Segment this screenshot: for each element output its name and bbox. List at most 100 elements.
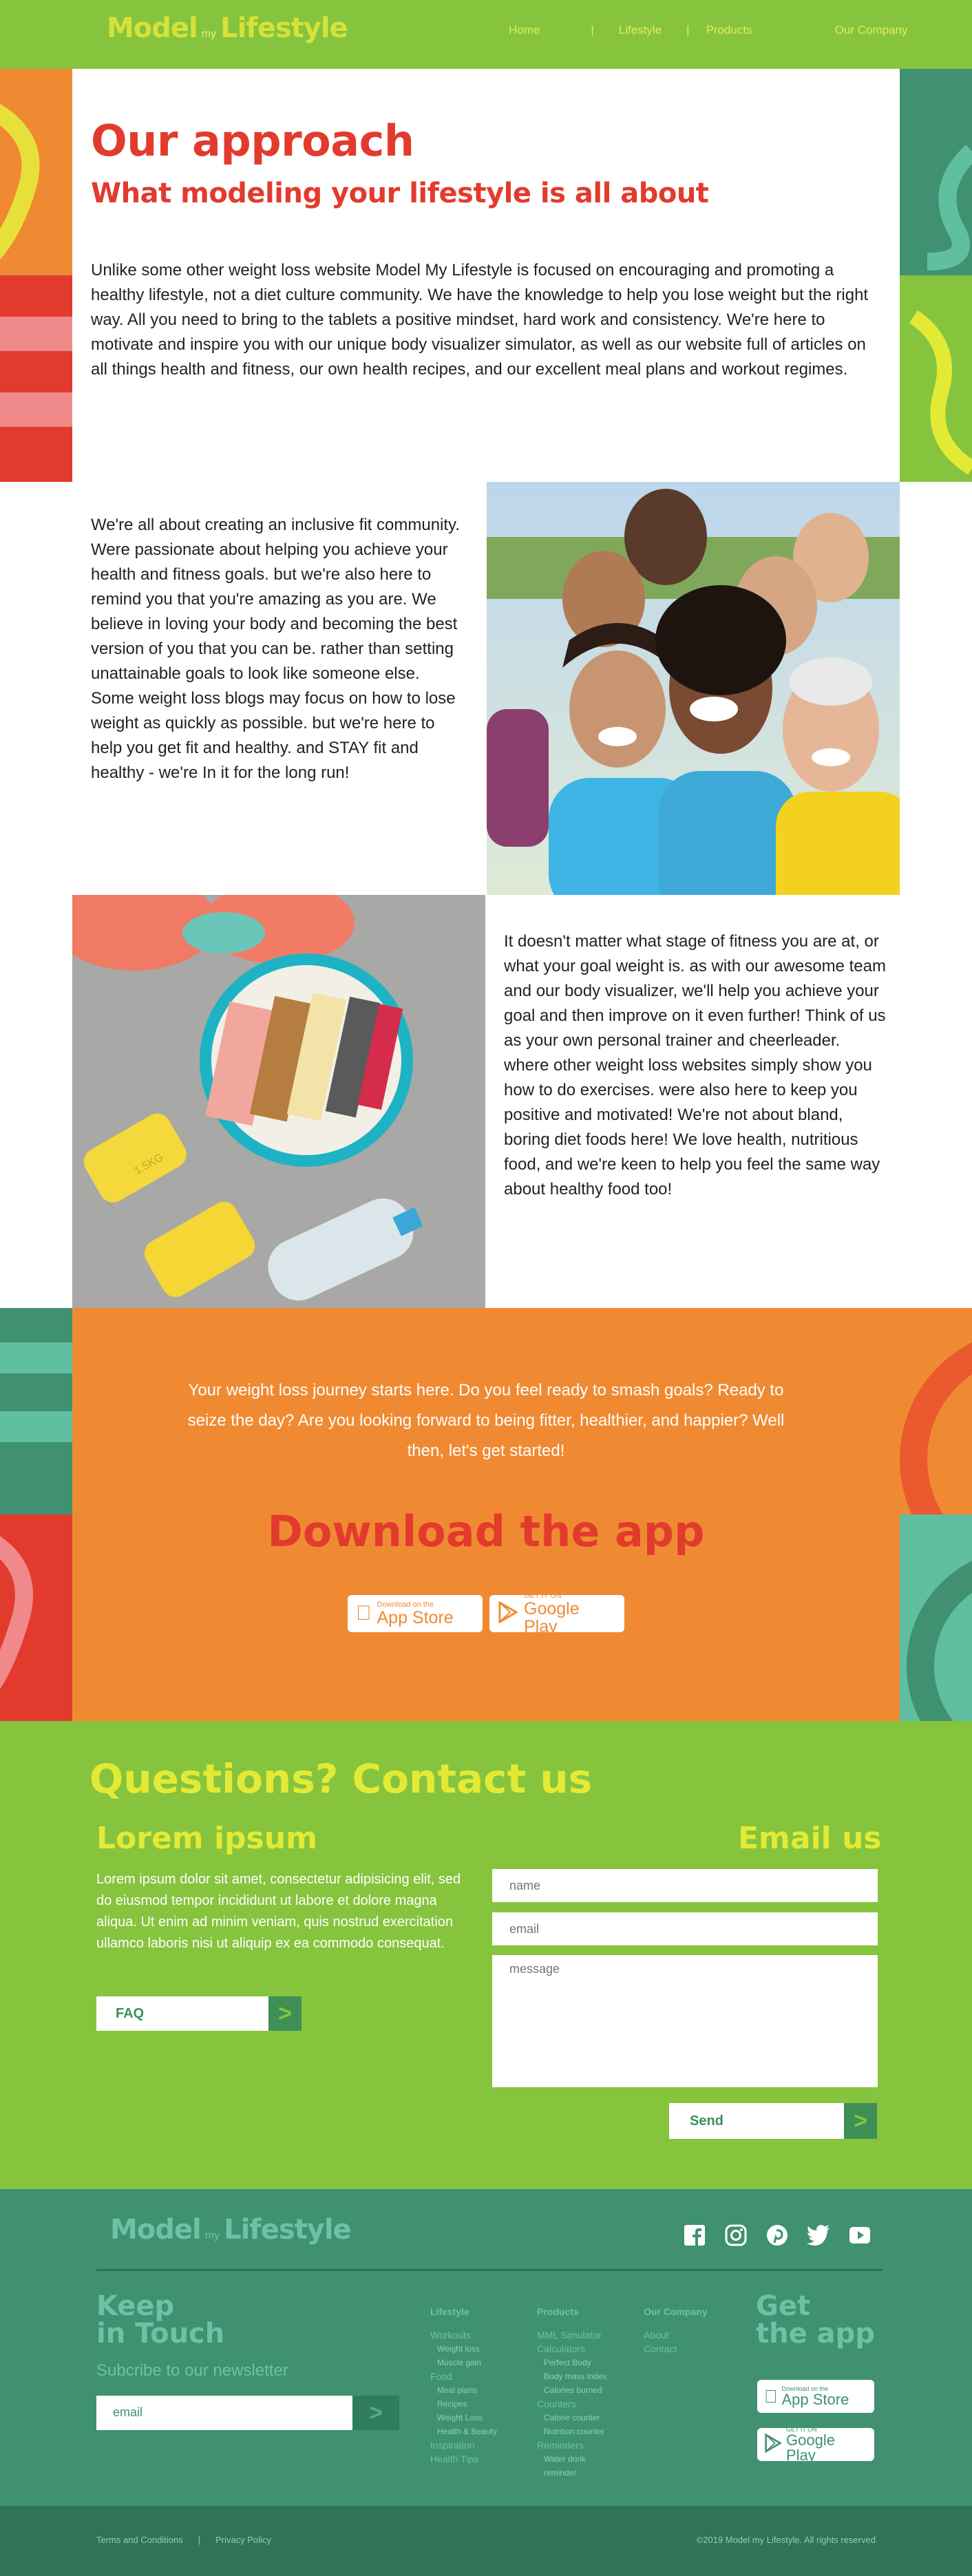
- footer-sublink[interactable]: Perfect Body: [537, 2356, 613, 2369]
- footer-link[interactable]: Inspiration: [430, 2438, 497, 2452]
- decorative-left-panel: [0, 69, 72, 482]
- arrow-right-icon: >: [268, 1996, 302, 2031]
- footer-col-heading: Lifestyle: [430, 2306, 469, 2317]
- nav-separator: |: [686, 23, 690, 36]
- footer-app-store-button[interactable]:  Download on the App Store: [756, 2378, 876, 2414]
- apple-icon: : [356, 1603, 372, 1624]
- approach-body: Unlike some other weight loss website Mo…: [91, 261, 869, 379]
- youtube-icon[interactable]: [847, 2222, 873, 2248]
- privacy-link[interactable]: Privacy Policy: [215, 2535, 271, 2545]
- decorative-shapes: [900, 145, 972, 482]
- email-us-title: Email us: [738, 1821, 882, 1856]
- decorative-shapes: [0, 103, 72, 482]
- twitter-icon[interactable]: [805, 2222, 832, 2248]
- send-button[interactable]: Send >: [669, 2103, 877, 2139]
- footer-sublink[interactable]: Calories burned: [537, 2383, 613, 2397]
- footer-google-play-button[interactable]: GET IT ON Google Play: [756, 2426, 876, 2464]
- apple-icon: : [764, 2387, 778, 2405]
- site-logo[interactable]: Model my Lifestyle: [107, 12, 348, 51]
- logo-word-lifestyle: Lifestyle: [224, 2214, 352, 2246]
- instagram-icon[interactable]: [723, 2222, 749, 2248]
- approach-section: Our approach What modeling your lifestyl…: [72, 69, 900, 482]
- footer-sublink[interactable]: Recipes: [430, 2397, 497, 2411]
- footer-bottom-bar: Terms and Conditions | Privacy Policy ©2…: [0, 2506, 972, 2576]
- newsletter-form: email >: [96, 2396, 399, 2430]
- footer-col-heading: Products: [537, 2306, 579, 2317]
- legal-separator: |: [198, 2535, 201, 2545]
- nav-lifestyle[interactable]: Lifestyle: [616, 23, 664, 37]
- footer-link[interactable]: MML Simulator: [537, 2328, 613, 2342]
- footer-col-company: Our Company About Contact: [644, 2305, 708, 2356]
- inclusive-section: We're all about creating an inclusive fi…: [72, 482, 900, 895]
- footer-link[interactable]: About: [644, 2328, 708, 2342]
- download-title: Download the app: [267, 1506, 705, 1556]
- footer-link[interactable]: Food: [430, 2369, 497, 2383]
- footer-sublink[interactable]: Health & Beauty: [430, 2425, 497, 2438]
- keep-in-touch-title: Keep in Touch: [96, 2292, 224, 2347]
- footer-link[interactable]: Health Tips: [430, 2452, 497, 2466]
- google-play-icon: [764, 2433, 782, 2456]
- legal-links: Terms and Conditions | Privacy Policy: [96, 2535, 271, 2545]
- footer-link[interactable]: Workouts: [430, 2328, 497, 2342]
- contact-title: Questions? Contact us: [89, 1755, 593, 1802]
- pinterest-icon[interactable]: [764, 2222, 790, 2248]
- footer-col-lifestyle: Lifestyle Workouts Weight loss Muscle ga…: [430, 2305, 497, 2466]
- footer-sublink[interactable]: Water drink reminder: [537, 2452, 613, 2480]
- name-field[interactable]: [492, 1869, 878, 1902]
- app-store-button[interactable]:  Download on the App Store: [346, 1594, 484, 1634]
- footer-link[interactable]: Contact: [644, 2342, 708, 2356]
- keep-line-1: Keep: [96, 2290, 175, 2322]
- lorem-title: Lorem ipsum: [96, 1821, 317, 1856]
- message-field[interactable]: [492, 1955, 878, 2087]
- footer-sublink[interactable]: Nutrition counter: [537, 2425, 613, 2438]
- footer-divider: [96, 2269, 883, 2271]
- app-store-label: App Store: [768, 2391, 849, 2408]
- google-play-label: Google Play: [786, 2431, 835, 2464]
- logo-word-model: Model: [110, 2214, 202, 2246]
- nav-our-company[interactable]: Our Company: [832, 23, 911, 37]
- footer-sublink[interactable]: Body mass index: [537, 2369, 613, 2383]
- faq-button[interactable]: FAQ >: [96, 1996, 302, 2031]
- approach-subtitle: What modeling your lifestyle is all abou…: [91, 178, 709, 209]
- group-photo-illustration: [487, 482, 900, 895]
- send-label: Send: [690, 2113, 723, 2129]
- footer-link[interactable]: Reminders: [537, 2438, 613, 2452]
- arrow-right-icon[interactable]: >: [352, 2396, 399, 2430]
- getapp-line-2: the app: [756, 2318, 875, 2350]
- getapp-line-1: Get: [756, 2290, 811, 2322]
- email-field[interactable]: [492, 1912, 878, 1945]
- footer-sublink[interactable]: Calorie counter: [537, 2411, 613, 2425]
- nav-products[interactable]: Products: [704, 23, 755, 37]
- social-links: [682, 2222, 873, 2248]
- newsletter-email-input[interactable]: email: [96, 2396, 352, 2430]
- footer-sublink[interactable]: Weight Loss: [430, 2411, 497, 2425]
- google-play-icon: [498, 1600, 518, 1627]
- google-play-label: Google Play: [524, 1599, 580, 1636]
- logo-word-lifestyle: Lifestyle: [220, 12, 348, 44]
- inclusive-body: We're all about creating an inclusive fi…: [91, 516, 460, 782]
- nav-separator: |: [591, 23, 594, 36]
- site-header: Model my Lifestyle Home | Lifestyle | Pr…: [0, 0, 972, 69]
- footer-link[interactable]: Counters: [537, 2397, 613, 2411]
- logo-word-my: my: [201, 28, 217, 40]
- download-section: Your weight loss journey starts here. Do…: [0, 1308, 972, 1721]
- footer-sublink[interactable]: Meal plans: [430, 2383, 497, 2397]
- faq-label: FAQ: [116, 2005, 145, 2021]
- decorative-right-panel: [900, 69, 972, 482]
- footer-sublink[interactable]: Muscle gain: [430, 2356, 497, 2369]
- fitness-section: 1.5KG It doesn't matter what stage of fi…: [72, 895, 900, 1308]
- nav-home[interactable]: Home: [506, 23, 542, 37]
- keep-line-2: in Touch: [96, 2318, 225, 2350]
- google-play-button[interactable]: GET IT ON Google Play: [488, 1592, 626, 1636]
- terms-link[interactable]: Terms and Conditions: [96, 2535, 183, 2545]
- copyright-text: ©2019 Model my Lifestyle. All rights res…: [696, 2535, 876, 2545]
- footer-logo[interactable]: Model my Lifestyle: [110, 2214, 352, 2246]
- subscribe-text: Subcribe to our newsletter: [96, 2361, 288, 2380]
- group-photo: [487, 482, 900, 895]
- footer-link[interactable]: Calculators: [537, 2342, 613, 2356]
- fitness-body: It doesn't matter what stage of fitness …: [504, 932, 886, 1199]
- arrow-right-icon: >: [844, 2103, 877, 2139]
- contact-section: Questions? Contact us Lorem ipsum Email …: [0, 1721, 972, 2189]
- facebook-icon[interactable]: [682, 2222, 708, 2248]
- footer-sublink[interactable]: Weight loss: [430, 2342, 497, 2356]
